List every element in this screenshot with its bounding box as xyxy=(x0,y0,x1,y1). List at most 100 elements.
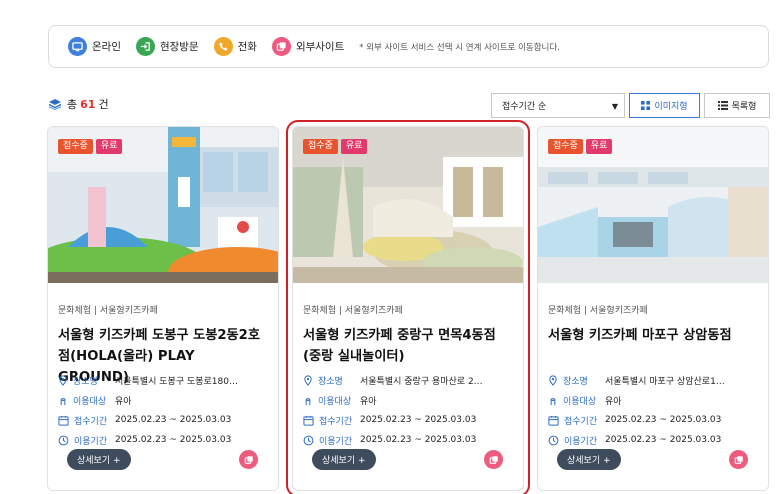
card-photo: 접수중 유료 xyxy=(293,127,523,283)
target-label: 이용대상 xyxy=(73,396,107,407)
location-pin-icon xyxy=(59,374,67,386)
place-value: 서울특별시 마포구 상암산로1… xyxy=(605,376,725,387)
count-number: 61 xyxy=(80,97,96,111)
view-image-button[interactable]: 이미지형 xyxy=(629,93,700,118)
card-title[interactable]: 서울형 키즈카페 마포구 상암동점 xyxy=(548,325,758,367)
grid-icon xyxy=(641,101,651,110)
use-row: 이용기간 2025.02.23 ~ 2025.03.03 xyxy=(548,430,758,450)
external-link-button[interactable] xyxy=(239,450,258,469)
view-list-label: 목록형 xyxy=(731,102,757,112)
reception-label: 접수기간 xyxy=(74,416,108,427)
person-icon xyxy=(60,397,66,405)
program-card-selected[interactable]: 접수중 유료 문화체험 | 서울형키즈카페 서울형 키즈카페 중랑구 면목4동점… xyxy=(286,120,530,494)
target-value: 유아 xyxy=(360,396,377,407)
legend-note: * 외부 사이트 서비스 선택 시 연계 사이트로 이동합니다. xyxy=(359,42,560,53)
reception-row: 접수기간 2025.02.23 ~ 2025.03.03 xyxy=(58,410,268,430)
place-value: 서울특별시 중랑구 용마산로 2… xyxy=(360,376,483,387)
external-link-icon xyxy=(734,455,743,464)
external-link-icon xyxy=(271,37,291,56)
use-label: 이용기간 xyxy=(319,436,353,447)
legend-external-label: 외부사이트 xyxy=(295,41,345,53)
detail-button[interactable]: 상세보기 + xyxy=(557,449,621,470)
status-badge: 접수중 xyxy=(548,139,583,154)
reception-label: 접수기간 xyxy=(319,416,353,427)
use-value: 2025.02.23 ~ 2025.03.03 xyxy=(605,435,722,445)
list-icon xyxy=(717,101,728,110)
calendar-icon xyxy=(58,415,69,426)
place-label: 장소명 xyxy=(318,376,343,387)
place-row: 장소명 서울특별시 중랑구 용마산로 2… xyxy=(303,370,513,390)
result-count: 총 61 건 xyxy=(48,96,109,112)
program-card[interactable]: 접수중 유료 문화체험 | 서울형키즈카페 서울형 키즈카페 도봉구 도봉2동2… xyxy=(47,126,279,491)
sort-selected-value: 접수기간 순 xyxy=(502,102,547,112)
fee-badge: 유료 xyxy=(585,139,613,154)
caret-down-icon: ▼ xyxy=(611,102,618,111)
service-type-legend: 온라인 현장방문 전화 외부사이트 * 외부 사이트 서비스 선택 시 연계 사… xyxy=(48,25,769,68)
target-row: 이용대상 유아 xyxy=(58,390,268,410)
location-pin-icon xyxy=(549,374,557,386)
view-image-label: 이미지형 xyxy=(654,102,688,112)
legend-phone-label: 전화 xyxy=(237,41,257,53)
clock-icon xyxy=(58,435,69,445)
calendar-icon xyxy=(303,415,314,426)
program-card[interactable]: 접수중 유료 문화체험 | 서울형키즈카페 서울형 키즈카페 마포구 상암동점 … xyxy=(537,126,769,491)
fee-badge: 유료 xyxy=(340,139,368,154)
reception-value: 2025.02.23 ~ 2025.03.03 xyxy=(360,415,477,425)
target-label: 이용대상 xyxy=(318,396,352,407)
person-icon xyxy=(305,397,311,405)
status-badge: 접수중 xyxy=(303,139,338,154)
enter-icon xyxy=(135,37,155,56)
place-row: 장소명 서울특별시 마포구 상암산로1… xyxy=(548,370,758,390)
card-title[interactable]: 서울형 키즈카페 중랑구 면목4동점(중랑 실내놀이터) xyxy=(303,325,513,367)
use-value: 2025.02.23 ~ 2025.03.03 xyxy=(360,435,477,445)
reception-row: 접수기간 2025.02.23 ~ 2025.03.03 xyxy=(548,410,758,430)
legend-online-label: 온라인 xyxy=(92,41,121,53)
use-row: 이용기간 2025.02.23 ~ 2025.03.03 xyxy=(303,430,513,450)
target-row: 이용대상 유아 xyxy=(303,390,513,410)
use-value: 2025.02.23 ~ 2025.03.03 xyxy=(115,435,232,445)
fee-badge: 유료 xyxy=(95,139,123,154)
sort-select[interactable]: 접수기간 순 ▼ xyxy=(491,93,625,118)
clock-icon xyxy=(548,435,559,445)
reception-row: 접수기간 2025.02.23 ~ 2025.03.03 xyxy=(303,410,513,430)
card-category: 문화체험 | 서울형키즈카페 xyxy=(58,306,158,316)
monitor-icon xyxy=(68,37,87,56)
target-label: 이용대상 xyxy=(563,396,597,407)
target-value: 유아 xyxy=(115,396,132,407)
phone-icon xyxy=(213,37,233,56)
location-pin-icon xyxy=(304,374,312,386)
place-value: 서울특별시 도봉구 도봉로180… xyxy=(115,376,238,387)
place-label: 장소명 xyxy=(563,376,588,387)
layers-icon xyxy=(48,99,62,110)
card-category: 문화체험 | 서울형키즈카페 xyxy=(303,306,403,316)
person-icon xyxy=(550,397,556,405)
reception-label: 접수기간 xyxy=(564,416,598,427)
reception-value: 2025.02.23 ~ 2025.03.03 xyxy=(605,415,722,425)
use-row: 이용기간 2025.02.23 ~ 2025.03.03 xyxy=(58,430,268,450)
detail-button[interactable]: 상세보기 + xyxy=(312,449,376,470)
target-row: 이용대상 유아 xyxy=(548,390,758,410)
external-link-button[interactable] xyxy=(729,450,748,469)
view-list-button[interactable]: 목록형 xyxy=(704,93,770,118)
card-photo: 접수중 유료 xyxy=(538,127,768,283)
external-link-icon xyxy=(244,455,253,464)
clock-icon xyxy=(303,435,314,445)
count-suffix: 건 xyxy=(98,98,109,111)
target-value: 유아 xyxy=(605,396,622,407)
external-link-button[interactable] xyxy=(484,450,503,469)
use-label: 이용기간 xyxy=(564,436,598,447)
external-link-icon xyxy=(489,455,498,464)
use-label: 이용기간 xyxy=(74,436,108,447)
legend-onsite-label: 현장방문 xyxy=(159,41,199,53)
card-title[interactable]: 서울형 키즈카페 도봉구 도봉2동2호점(HOLA(올라) PLAY GROUN… xyxy=(58,325,268,385)
place-label: 장소명 xyxy=(73,376,98,387)
card-photo: 접수중 유료 xyxy=(48,127,278,283)
legend-onsite: 현장방문 xyxy=(135,37,199,56)
card-category: 문화체험 | 서울형키즈카페 xyxy=(548,306,648,316)
detail-button[interactable]: 상세보기 + xyxy=(67,449,131,470)
reception-value: 2025.02.23 ~ 2025.03.03 xyxy=(115,415,232,425)
legend-phone: 전화 xyxy=(213,37,257,56)
status-badge: 접수중 xyxy=(58,139,93,154)
count-prefix: 총 xyxy=(67,98,78,111)
legend-external: 외부사이트 xyxy=(271,37,345,56)
